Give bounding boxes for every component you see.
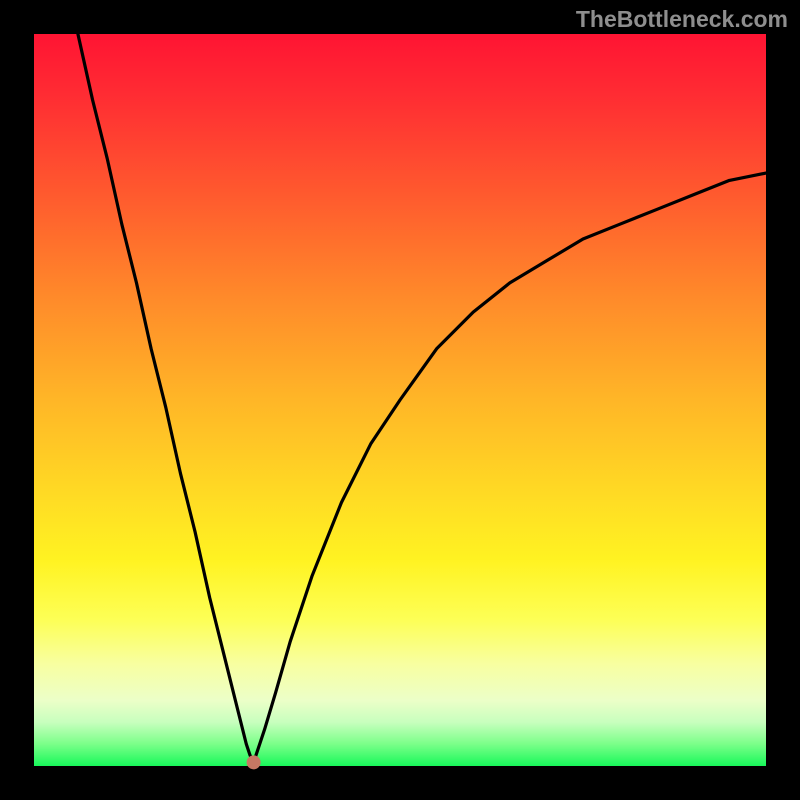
curve-svg: [34, 34, 766, 766]
min-marker: [247, 755, 261, 769]
watermark-text: TheBottleneck.com: [576, 6, 788, 33]
chart-frame: TheBottleneck.com: [0, 0, 800, 800]
plot-area: [34, 34, 766, 766]
bottleneck-curve: [78, 34, 766, 762]
